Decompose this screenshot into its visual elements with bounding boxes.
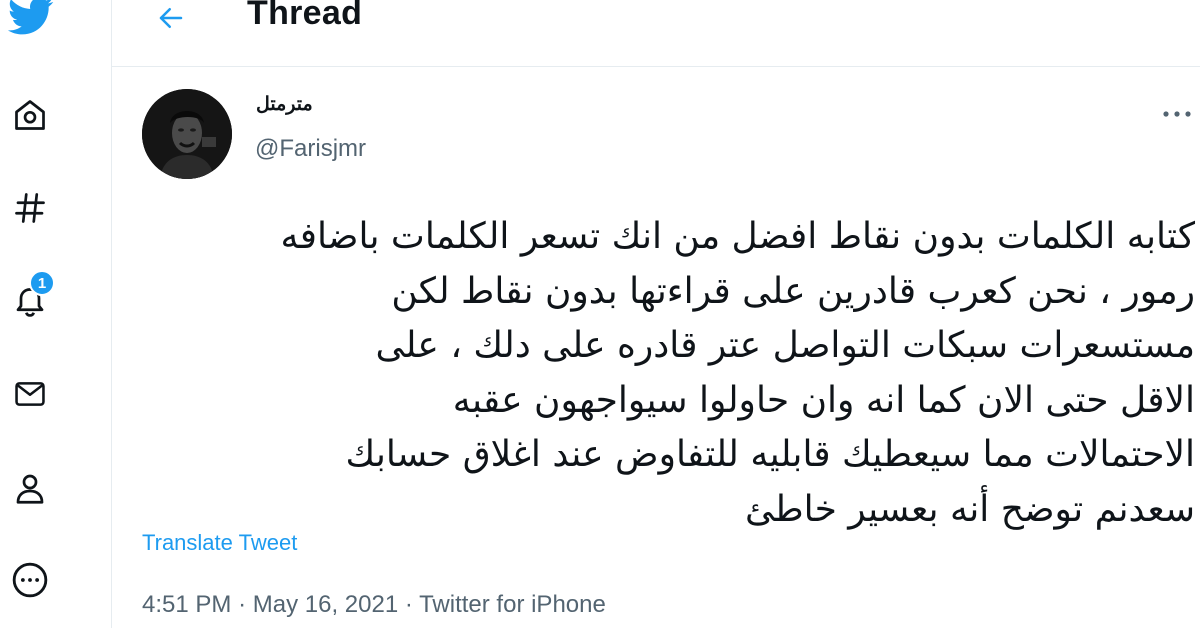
tweet-text-line: مستسعرات سبكات التواصل عتر قادره على دلك… (375, 325, 1195, 366)
twitter-thread-view: 1 Thread مترمتل @Farisjmr كتابه الكلمات … (0, 0, 1200, 628)
translate-tweet-link[interactable]: Translate Tweet (142, 530, 297, 556)
tweet-text-line: رمور ، نحن كعرب قادرين على قراءتها بدون … (391, 270, 1195, 312)
meta-separator: · (238, 591, 247, 618)
tweet-text-line: الاقل حتى الان كما انه وان حاولوا سيواجه… (452, 379, 1195, 421)
tweet-metadata: 4:51 PM · May 16, 2021 · Twitter for iPh… (142, 591, 606, 619)
twitter-logo-icon[interactable] (0, 0, 60, 46)
thread-header: Thread (112, 0, 1200, 67)
home-icon[interactable] (0, 85, 60, 145)
page-title: Thread (247, 0, 363, 32)
arrow-left-icon (154, 3, 188, 38)
notification-count-badge: 1 (29, 270, 55, 296)
tweet-text-line: سعدنم توضح أنه بعسير خاطئ (744, 488, 1195, 530)
author-display-name[interactable]: مترمتل (256, 93, 313, 116)
notifications-bell-icon[interactable]: 1 (0, 270, 60, 330)
tweet-date[interactable]: May 16, 2021 (253, 591, 398, 618)
messages-mail-icon[interactable] (0, 364, 60, 424)
explore-hashtag-icon[interactable] (0, 178, 60, 238)
more-circle-icon[interactable] (0, 550, 60, 610)
back-button[interactable] (146, 0, 196, 40)
tweet-more-button[interactable] (1160, 102, 1194, 126)
avatar[interactable] (142, 89, 232, 179)
more-dots-icon (1162, 105, 1192, 123)
author-handle[interactable]: @Farisjmr (255, 135, 366, 163)
meta-separator: · (404, 591, 413, 618)
tweet-time[interactable]: 4:51 PM (142, 591, 231, 618)
tweet-source-link[interactable]: Twitter for iPhone (419, 591, 606, 618)
tweet-text-line: كتابه الكلمات بدون نقاط افضل من انك تسعر… (280, 216, 1195, 257)
tweet-text-line: الاحتمالات مما سيعطيك قابليه للتفاوض عند… (345, 434, 1195, 475)
tweet-body: كتابه الكلمات بدون نقاط افضل من انك تسعر… (140, 210, 1195, 537)
profile-person-icon[interactable] (0, 458, 60, 518)
sidebar-nav: 1 (0, 0, 112, 628)
